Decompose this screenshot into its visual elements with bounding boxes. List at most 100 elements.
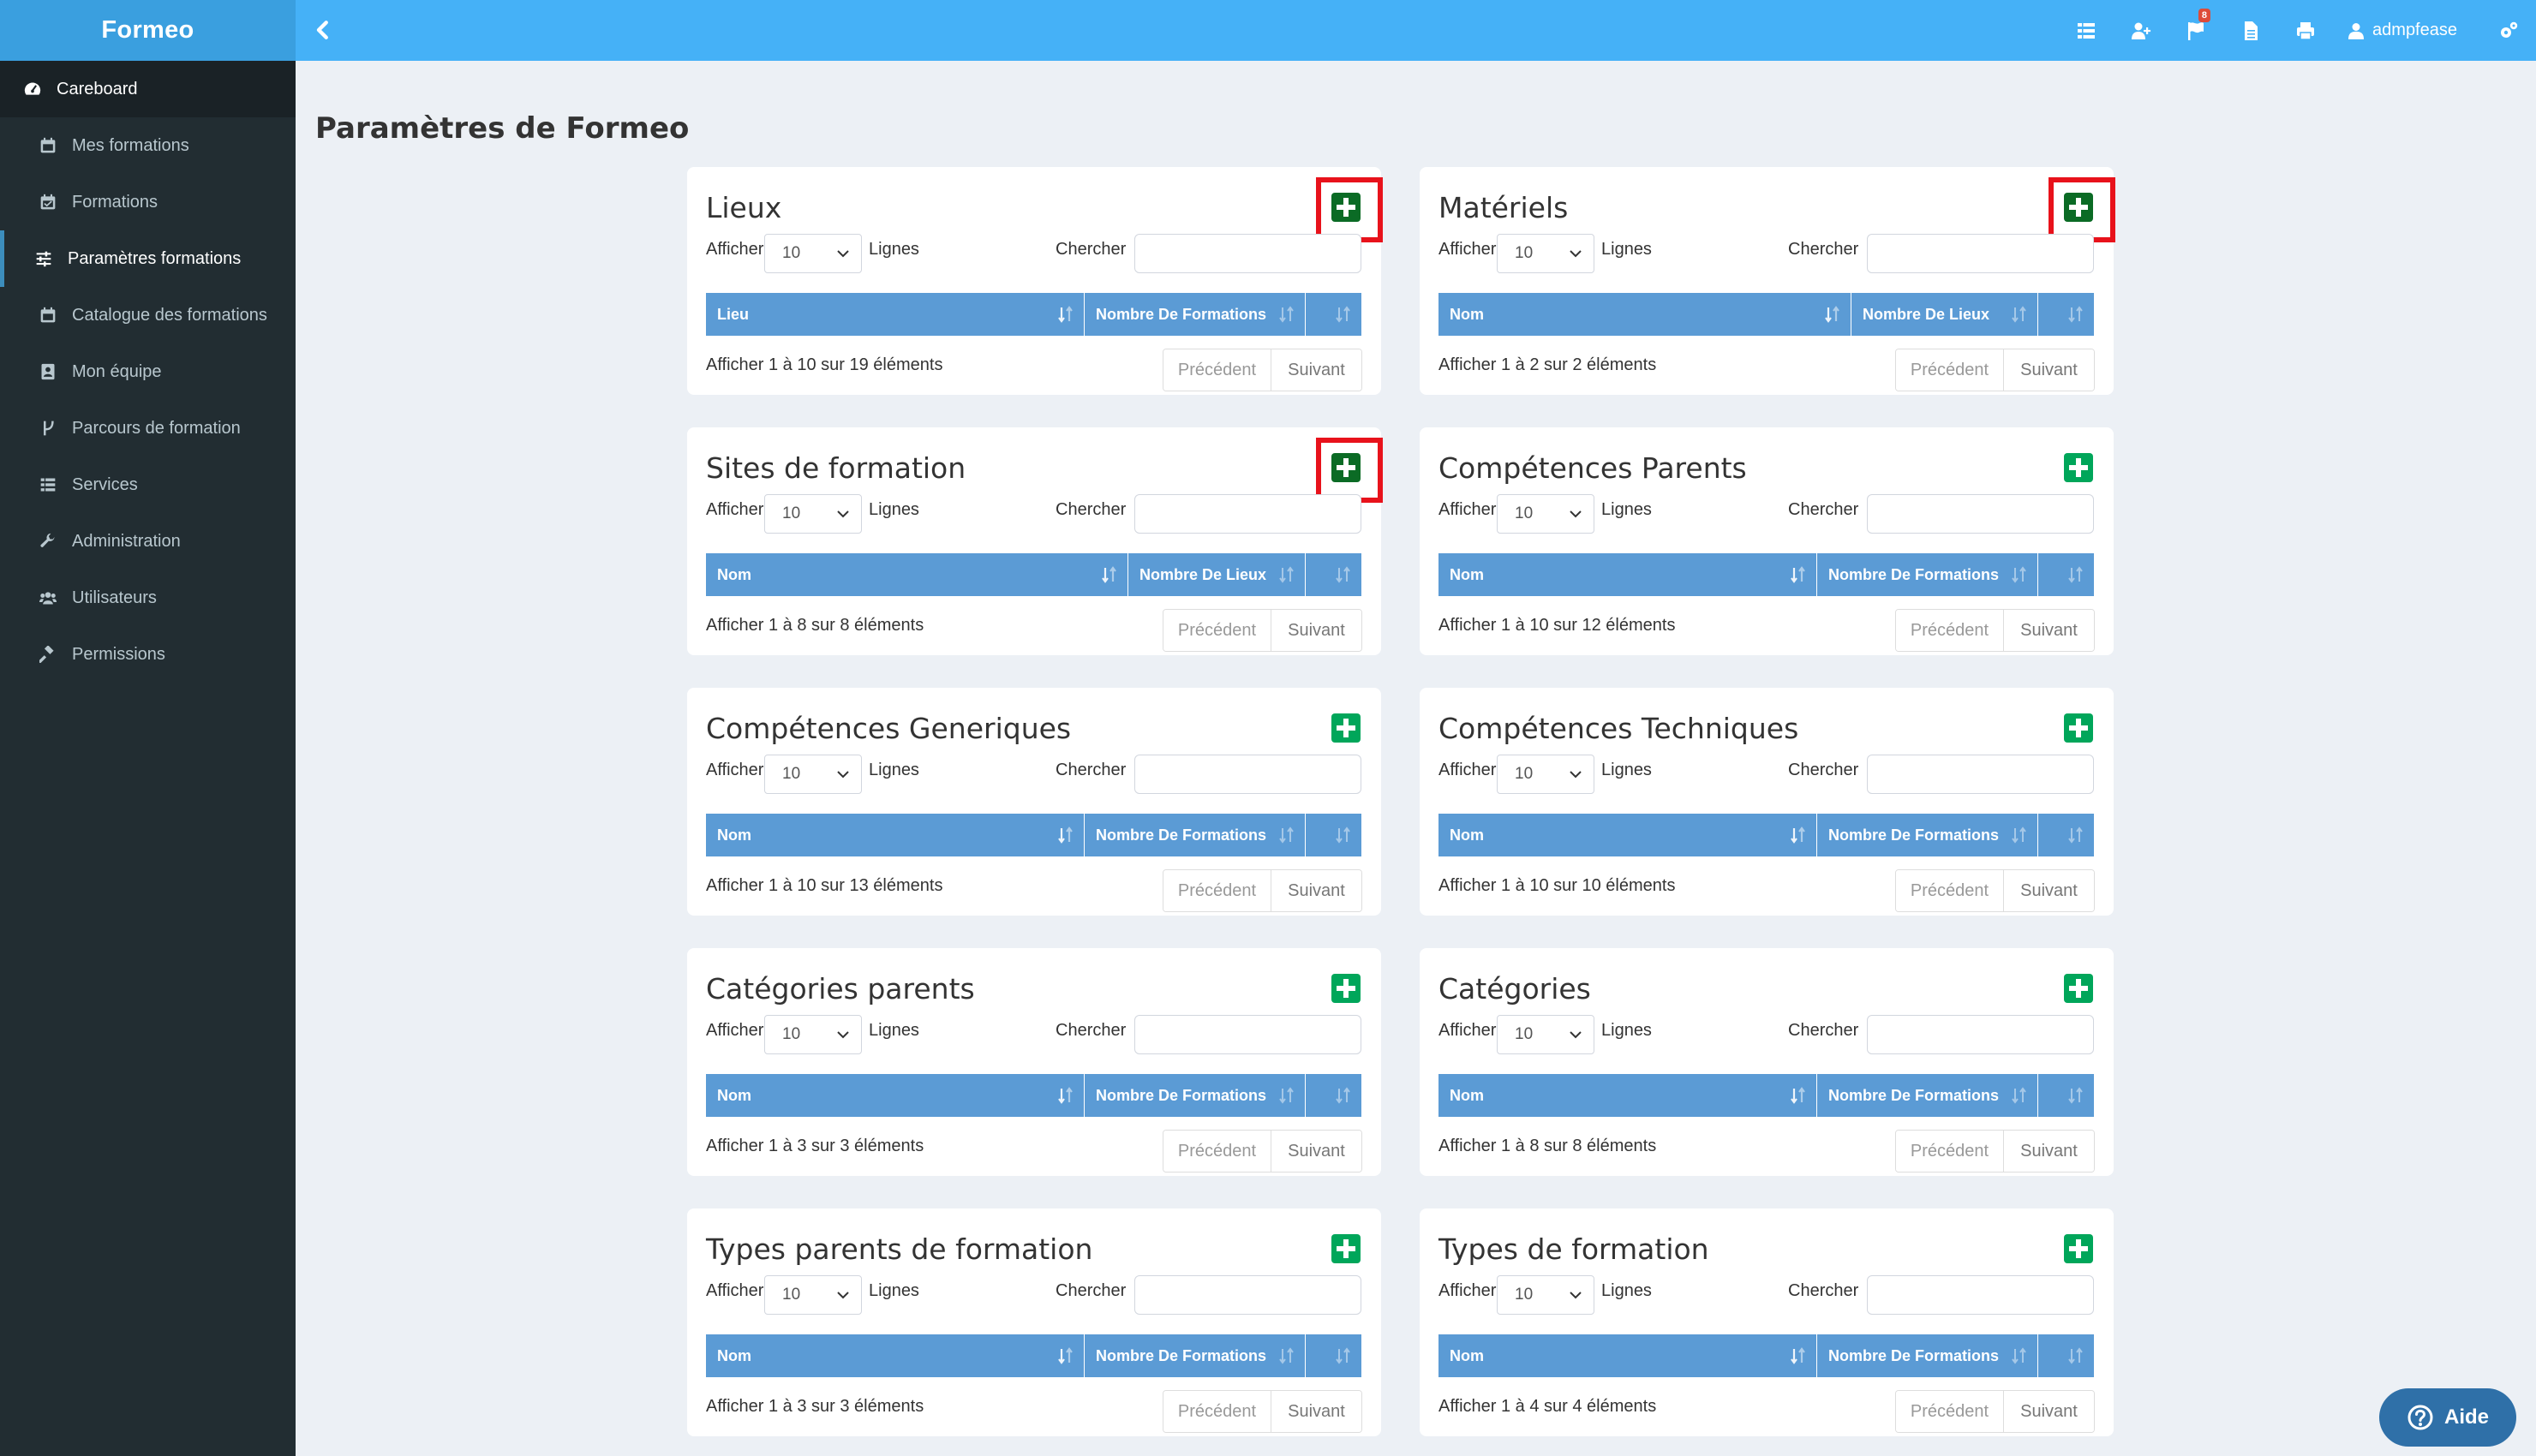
column-header-actions[interactable] <box>2038 1074 2094 1117</box>
column-header-actions[interactable] <box>2038 814 2094 856</box>
sidebar-item-parcours[interactable]: Parcours de formation <box>0 400 296 456</box>
search-input[interactable] <box>1134 1275 1361 1315</box>
column-header-actions[interactable] <box>1306 293 1361 336</box>
column-header-actions[interactable] <box>2038 1334 2094 1377</box>
cogs-icon[interactable] <box>2481 0 2536 61</box>
column-header-name[interactable]: Nom <box>1438 293 1851 336</box>
add-item-plus-icon[interactable] <box>2064 713 2093 743</box>
search-input[interactable] <box>1867 755 2094 794</box>
previous-page-button[interactable]: Précédent <box>1896 349 2004 391</box>
previous-page-button[interactable]: Précédent <box>1163 610 1271 651</box>
column-header-name[interactable]: Nom <box>1438 553 1817 596</box>
user-menu[interactable]: admpfease <box>2333 0 2481 61</box>
column-header-count[interactable]: Nombre De Formations <box>1085 1334 1306 1377</box>
column-header-actions[interactable] <box>1306 1074 1361 1117</box>
add-item-plus-icon[interactable] <box>1331 713 1361 743</box>
next-page-button[interactable]: Suivant <box>2004 1131 2094 1172</box>
sidebar-item-permissions[interactable]: Permissions <box>0 626 296 683</box>
column-header-count[interactable]: Nombre De Lieux <box>1851 293 2038 336</box>
sidebar-item-mon-equipe[interactable]: Mon équipe <box>0 343 296 400</box>
next-page-button[interactable]: Suivant <box>1271 349 1361 391</box>
sidebar-item-formations[interactable]: Formations <box>0 174 296 230</box>
column-header-count[interactable]: Nombre De Formations <box>1085 814 1306 856</box>
page-length-select[interactable]: 10 <box>764 494 862 534</box>
page-length-select[interactable]: 10 <box>764 755 862 794</box>
add-item-plus-icon[interactable] <box>2064 1234 2093 1263</box>
add-item-plus-icon[interactable] <box>2064 193 2093 222</box>
column-header-name[interactable]: Lieu <box>706 293 1085 336</box>
previous-page-button[interactable]: Précédent <box>1163 1391 1271 1432</box>
column-header-name[interactable]: Nom <box>706 1074 1085 1117</box>
column-header-name[interactable]: Nom <box>1438 1074 1817 1117</box>
column-header-name[interactable]: Nom <box>706 553 1128 596</box>
column-header-name[interactable]: Nom <box>1438 1334 1817 1377</box>
column-header-count[interactable]: Nombre De Formations <box>1817 553 2038 596</box>
column-header-name[interactable]: Nom <box>1438 814 1817 856</box>
search-input[interactable] <box>1867 1015 2094 1054</box>
column-header-actions[interactable] <box>1306 1334 1361 1377</box>
column-header-name[interactable]: Nom <box>706 1334 1085 1377</box>
next-page-button[interactable]: Suivant <box>2004 870 2094 911</box>
add-item-plus-icon[interactable] <box>1331 1234 1361 1263</box>
add-item-plus-icon[interactable] <box>2064 453 2093 482</box>
flag-icon[interactable]: 8 <box>2168 0 2223 61</box>
previous-page-button[interactable]: Précédent <box>1896 1131 2004 1172</box>
sidebar-item-utilisateurs[interactable]: Utilisateurs <box>0 570 296 626</box>
next-page-button[interactable]: Suivant <box>1271 870 1361 911</box>
page-length-select[interactable]: 10 <box>1497 755 1594 794</box>
add-item-plus-icon[interactable] <box>1331 453 1361 482</box>
sidebar-item-careboard[interactable]: Careboard <box>0 61 296 117</box>
search-input[interactable] <box>1134 1015 1361 1054</box>
previous-page-button[interactable]: Précédent <box>1896 610 2004 651</box>
column-header-actions[interactable] <box>1306 814 1361 856</box>
previous-page-button[interactable]: Précédent <box>1163 349 1271 391</box>
next-page-button[interactable]: Suivant <box>2004 610 2094 651</box>
next-page-button[interactable]: Suivant <box>1271 1131 1361 1172</box>
print-icon[interactable] <box>2278 0 2333 61</box>
page-length-select[interactable]: 10 <box>1497 234 1594 273</box>
column-header-count[interactable]: Nombre De Formations <box>1817 1334 2038 1377</box>
search-input[interactable] <box>1867 494 2094 534</box>
page-length-select[interactable]: 10 <box>764 1015 862 1054</box>
column-header-count[interactable]: Nombre De Formations <box>1085 1074 1306 1117</box>
column-header-name[interactable]: Nom <box>706 814 1085 856</box>
sidebar-item-services[interactable]: Services <box>0 456 296 513</box>
file-icon[interactable] <box>2223 0 2278 61</box>
user-plus-icon[interactable] <box>2114 0 2168 61</box>
add-item-plus-icon[interactable] <box>1331 974 1361 1003</box>
page-length-select[interactable]: 10 <box>764 234 862 273</box>
next-page-button[interactable]: Suivant <box>1271 1391 1361 1432</box>
brand-logo[interactable]: Formeo <box>0 0 296 61</box>
sidebar-item-mes-formations[interactable]: Mes formations <box>0 117 296 174</box>
column-header-count[interactable]: Nombre De Formations <box>1817 814 2038 856</box>
next-page-button[interactable]: Suivant <box>2004 1391 2094 1432</box>
previous-page-button[interactable]: Précédent <box>1896 1391 2004 1432</box>
sidebar-toggle-chevron-left-icon[interactable] <box>310 15 336 45</box>
next-page-button[interactable]: Suivant <box>1271 610 1361 651</box>
previous-page-button[interactable]: Précédent <box>1896 870 2004 911</box>
sidebar-item-administration[interactable]: Administration <box>0 513 296 570</box>
list-icon[interactable] <box>2059 0 2114 61</box>
sidebar-item-parametres-formations[interactable]: Paramètres formations <box>0 230 296 287</box>
help-button[interactable]: Aide <box>2379 1388 2516 1447</box>
page-length-select[interactable]: 10 <box>1497 1275 1594 1315</box>
sidebar-item-catalogue[interactable]: Catalogue des formations <box>0 287 296 343</box>
page-length-select[interactable]: 10 <box>1497 494 1594 534</box>
search-input[interactable] <box>1134 494 1361 534</box>
column-header-actions[interactable] <box>2038 553 2094 596</box>
previous-page-button[interactable]: Précédent <box>1163 1131 1271 1172</box>
next-page-button[interactable]: Suivant <box>2004 349 2094 391</box>
column-header-actions[interactable] <box>2038 293 2094 336</box>
previous-page-button[interactable]: Précédent <box>1163 870 1271 911</box>
search-input[interactable] <box>1867 234 2094 273</box>
column-header-count[interactable]: Nombre De Formations <box>1817 1074 2038 1117</box>
search-input[interactable] <box>1134 755 1361 794</box>
column-header-count[interactable]: Nombre De Lieux <box>1128 553 1306 596</box>
add-item-plus-icon[interactable] <box>2064 974 2093 1003</box>
page-length-select[interactable]: 10 <box>1497 1015 1594 1054</box>
column-header-actions[interactable] <box>1306 553 1361 596</box>
search-input[interactable] <box>1134 234 1361 273</box>
column-header-count[interactable]: Nombre De Formations <box>1085 293 1306 336</box>
page-length-select[interactable]: 10 <box>764 1275 862 1315</box>
add-item-plus-icon[interactable] <box>1331 193 1361 222</box>
